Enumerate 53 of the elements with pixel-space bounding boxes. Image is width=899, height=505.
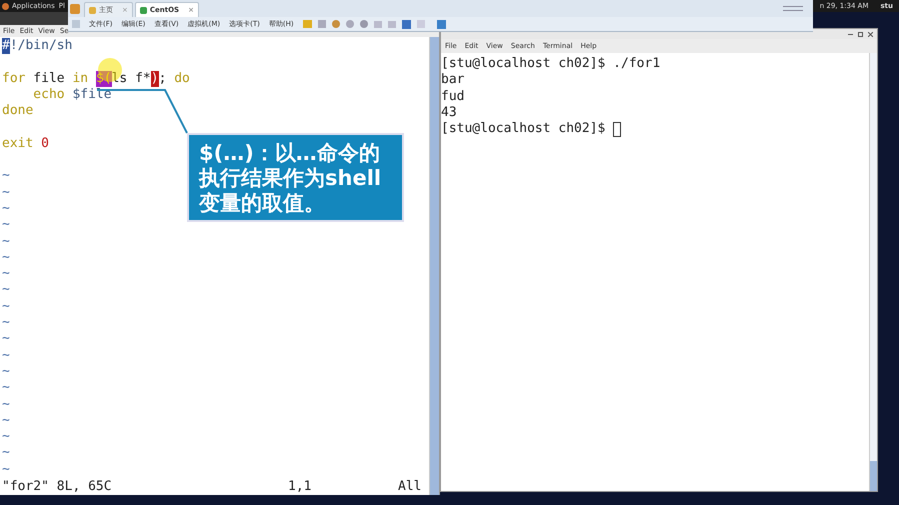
terminal-line: [stu@localhost ch02]$ ./for1: [441, 56, 660, 72]
close-icon[interactable]: [868, 32, 873, 36]
empty-line-marker: ~: [2, 200, 10, 218]
code-text: exit: [2, 136, 34, 152]
terminal-prompt: [stu@localhost ch02]$: [441, 121, 606, 138]
empty-line-marker: ~: [2, 315, 10, 332]
code-text: #: [2, 38, 10, 54]
empty-line-marker: ~: [2, 429, 10, 446]
toolbar-icons-drawing[interactable]: [302, 20, 446, 28]
empty-line-marker: ~: [2, 412, 10, 430]
code-text: do: [174, 70, 190, 87]
empty-line-marker: ~: [2, 396, 10, 413]
callout-text: $(…)：以…命令的: [199, 141, 381, 166]
empty-line-marker: ~: [2, 380, 10, 397]
code-text: ): [150, 70, 159, 87]
home-icon: [89, 6, 96, 14]
text-cursor: [613, 122, 622, 137]
empty-line-marker: ~: [2, 298, 10, 316]
code-text: 0: [41, 136, 49, 152]
code-text: ;: [158, 70, 168, 87]
empty-line-marker: ~: [2, 462, 10, 478]
code-text: file: [32, 70, 66, 87]
status-position: 1,1: [288, 479, 312, 496]
apps-icon: [2, 2, 9, 10]
empty-line-marker: ~: [2, 445, 10, 462]
status-file: "for2" 8L, 65C: [2, 479, 113, 496]
code-text: !/bin/sh: [10, 38, 72, 54]
code-text: for: [2, 70, 26, 87]
callout-text: 执行结果作为shell: [199, 166, 382, 191]
maximize-icon[interactable]: [858, 32, 863, 36]
empty-line-marker: ~: [2, 234, 10, 250]
empty-line-marker: ~: [2, 184, 10, 201]
code-text: echo: [32, 86, 65, 104]
empty-line-marker: ~: [2, 331, 10, 348]
empty-line-marker: ~: [2, 282, 10, 299]
empty-line-marker: ~: [2, 217, 10, 234]
scrollbar[interactable]: [429, 37, 439, 495]
empty-line-marker: ~: [2, 364, 10, 380]
scrollbar[interactable]: [869, 53, 877, 491]
empty-line-marker: ~: [2, 168, 10, 185]
callout-text: 变量的取值。: [199, 191, 326, 216]
status-scroll: All: [398, 479, 422, 496]
code-text: done: [2, 103, 34, 120]
code-text: in: [72, 70, 90, 87]
empty-line-marker: ~: [2, 250, 10, 266]
terminal-line: fud: [441, 88, 464, 105]
vm-icon: [70, 4, 80, 14]
empty-line-marker: ~: [2, 266, 10, 282]
code-text: $file: [71, 86, 112, 104]
terminal-line: 43: [441, 104, 457, 122]
vm-logo-icon: [140, 6, 147, 14]
empty-line-marker: ~: [2, 348, 10, 364]
terminal-line: bar: [441, 72, 464, 89]
